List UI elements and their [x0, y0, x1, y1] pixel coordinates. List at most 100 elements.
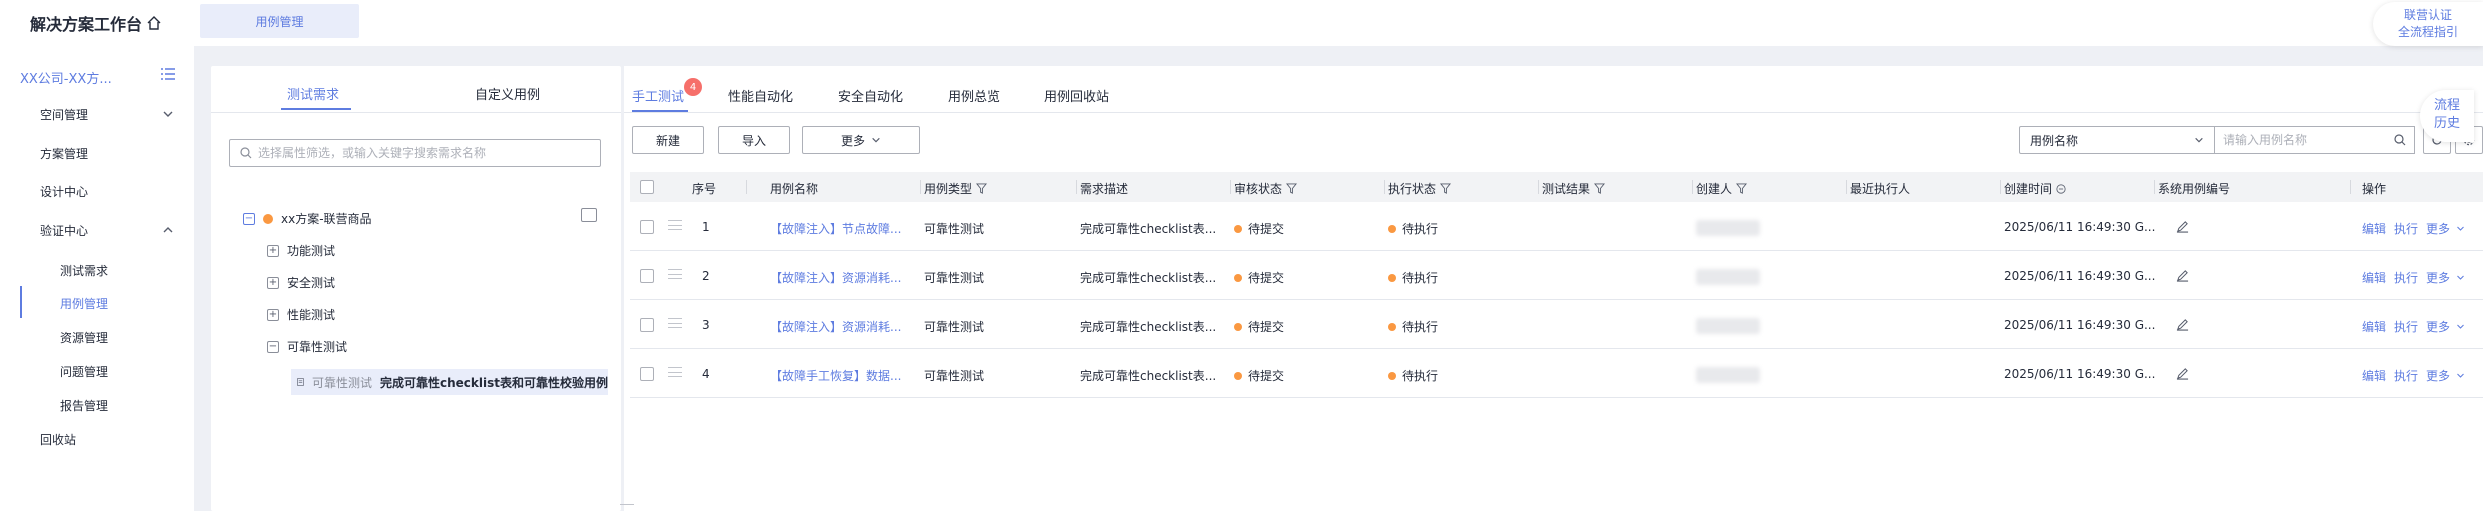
open-tab-case-management[interactable]: 用例管理: [200, 4, 359, 38]
row-checkbox[interactable]: [640, 220, 654, 234]
expand-icon[interactable]: +: [267, 276, 279, 289]
search-icon[interactable]: [2394, 134, 2406, 146]
op-run-link[interactable]: 执行: [2394, 367, 2418, 384]
nav-case-management[interactable]: 用例管理: [60, 295, 108, 312]
resize-handle[interactable]: [620, 504, 634, 510]
exec-status: 待执行: [1388, 269, 1438, 286]
op-run-link[interactable]: 执行: [2394, 318, 2418, 335]
tab-performance-automation[interactable]: 性能自动化: [728, 86, 793, 105]
op-run-link[interactable]: 执行: [2394, 269, 2418, 286]
tree-node-security[interactable]: + 安全测试: [267, 274, 335, 291]
col-case-type[interactable]: 用例类型: [924, 180, 988, 197]
nav-recycle-bin[interactable]: 回收站: [40, 431, 76, 448]
row-checkbox[interactable]: [640, 367, 654, 381]
tree-filter-icon[interactable]: [581, 208, 597, 222]
edit-case-id-icon[interactable]: [2176, 367, 2189, 380]
more-button[interactable]: 更多: [802, 126, 920, 154]
expand-icon[interactable]: +: [267, 244, 279, 257]
case-search-box[interactable]: [2215, 126, 2415, 154]
expand-icon[interactable]: +: [267, 308, 279, 321]
list-icon[interactable]: [160, 67, 176, 81]
nav-issue-management[interactable]: 问题管理: [60, 363, 108, 380]
tree-node-performance[interactable]: + 性能测试: [267, 306, 335, 323]
tree-node-functional[interactable]: + 功能测试: [267, 242, 335, 259]
tab-security-automation[interactable]: 安全自动化: [838, 86, 903, 105]
filter-icon[interactable]: [1440, 183, 1452, 194]
auth-guide-button[interactable]: 联营认证 全流程指引: [2373, 2, 2483, 46]
drag-handle[interactable]: [668, 269, 682, 279]
company-switcher[interactable]: XX公司-XX方...: [20, 68, 112, 87]
chevron-up-icon[interactable]: [162, 224, 174, 236]
collapse-icon[interactable]: −: [243, 212, 255, 225]
op-more-link[interactable]: 更多: [2426, 367, 2465, 384]
nav-design-center[interactable]: 设计中心: [40, 183, 88, 200]
tree-search-input[interactable]: [258, 146, 600, 160]
tab-case-overview[interactable]: 用例总览: [948, 86, 1000, 105]
app-brand[interactable]: 解决方案工作台: [30, 11, 162, 35]
tab-manual-test[interactable]: 手工测试: [632, 86, 684, 105]
op-edit-link[interactable]: 编辑: [2362, 220, 2386, 237]
op-edit-link[interactable]: 编辑: [2362, 367, 2386, 384]
case-name-link[interactable]: 【故障注入】节点故障...: [770, 220, 901, 237]
table-row[interactable]: 1 【故障注入】节点故障... 可靠性测试 完成可靠性checklist表...…: [630, 202, 2483, 251]
tree-search-box[interactable]: [229, 139, 601, 167]
filter-icon[interactable]: [1594, 183, 1606, 194]
chevron-down-icon[interactable]: [162, 108, 174, 120]
filter-icon[interactable]: [1286, 183, 1298, 194]
op-more-link[interactable]: 更多: [2426, 318, 2465, 335]
nav-report-management[interactable]: 报告管理: [60, 397, 108, 414]
tab-case-recycle-bin[interactable]: 用例回收站: [1044, 86, 1109, 105]
tree-node-reliability[interactable]: − 可靠性测试: [267, 338, 347, 355]
op-edit-link[interactable]: 编辑: [2362, 318, 2386, 335]
tab-custom-cases[interactable]: 自定义用例: [475, 84, 540, 103]
collapse-icon[interactable]: −: [267, 340, 279, 353]
import-button[interactable]: 导入: [718, 126, 790, 154]
op-edit-link[interactable]: 编辑: [2362, 269, 2386, 286]
search-field-select[interactable]: 用例名称: [2019, 126, 2215, 154]
drag-handle[interactable]: [668, 367, 682, 377]
col-test-result[interactable]: 测试结果: [1542, 180, 1606, 197]
nav-resource-management[interactable]: 资源管理: [60, 329, 108, 346]
status-dot: [263, 213, 273, 224]
nav-verification-center[interactable]: 验证中心: [40, 222, 88, 239]
case-name-link[interactable]: 【故障注入】资源消耗...: [770, 318, 901, 335]
filter-icon[interactable]: [1736, 183, 1748, 194]
op-run-link[interactable]: 执行: [2394, 220, 2418, 237]
nav-test-requirements[interactable]: 测试需求: [60, 262, 108, 279]
tree-node-label: xx方案-联营商品: [281, 212, 372, 226]
edit-case-id-icon[interactable]: [2176, 220, 2189, 233]
case-name-link[interactable]: 【故障手工恢复】数据...: [770, 367, 901, 384]
select-all-checkbox[interactable]: [640, 180, 654, 194]
filter-icon[interactable]: [976, 183, 988, 194]
case-search-input[interactable]: [2223, 133, 2388, 147]
col-system-case-id: 系统用例编号: [2158, 182, 2231, 196]
col-created-time[interactable]: 创建时间: [2004, 180, 2066, 197]
table-row[interactable]: 3 【故障注入】资源消耗... 可靠性测试 完成可靠性checklist表...…: [630, 300, 2483, 349]
table-row[interactable]: 2 【故障注入】资源消耗... 可靠性测试 完成可靠性checklist表...…: [630, 251, 2483, 300]
col-review-status[interactable]: 审核状态: [1234, 180, 1298, 197]
tab-test-requirements[interactable]: 测试需求: [287, 84, 339, 103]
tree-leaf-selected[interactable]: 可靠性测试 完成可靠性checklist表和可靠性校验用例: [291, 369, 608, 395]
op-more-link[interactable]: 更多: [2426, 220, 2465, 237]
creator-blurred: [1696, 367, 1760, 383]
nav-solution-management[interactable]: 方案管理: [40, 145, 88, 162]
table-row[interactable]: 4 【故障手工恢复】数据... 可靠性测试 完成可靠性checklist表...…: [630, 349, 2483, 398]
case-name-link[interactable]: 【故障注入】资源消耗...: [770, 269, 901, 286]
edit-case-id-icon[interactable]: [2176, 269, 2189, 282]
col-creator[interactable]: 创建人: [1696, 180, 1748, 197]
auth-guide-line2: 全流程指引: [2397, 25, 2458, 39]
row-checkbox[interactable]: [640, 318, 654, 332]
op-more-link[interactable]: 更多: [2426, 269, 2465, 286]
row-checkbox[interactable]: [640, 269, 654, 283]
drag-handle[interactable]: [668, 220, 682, 230]
sort-icon[interactable]: [2056, 183, 2066, 194]
new-button[interactable]: 新建: [632, 126, 704, 154]
col-label: 创建人: [1696, 182, 1733, 196]
nav-space-management[interactable]: 空间管理: [40, 106, 88, 123]
process-history-button[interactable]: 流程 历史: [2420, 90, 2474, 142]
col-exec-status[interactable]: 执行状态: [1388, 180, 1452, 197]
drag-handle[interactable]: [668, 318, 682, 328]
tree-node-root[interactable]: − xx方案-联营商品: [243, 210, 372, 227]
case-type: 可靠性测试: [924, 222, 985, 236]
edit-case-id-icon[interactable]: [2176, 318, 2189, 331]
